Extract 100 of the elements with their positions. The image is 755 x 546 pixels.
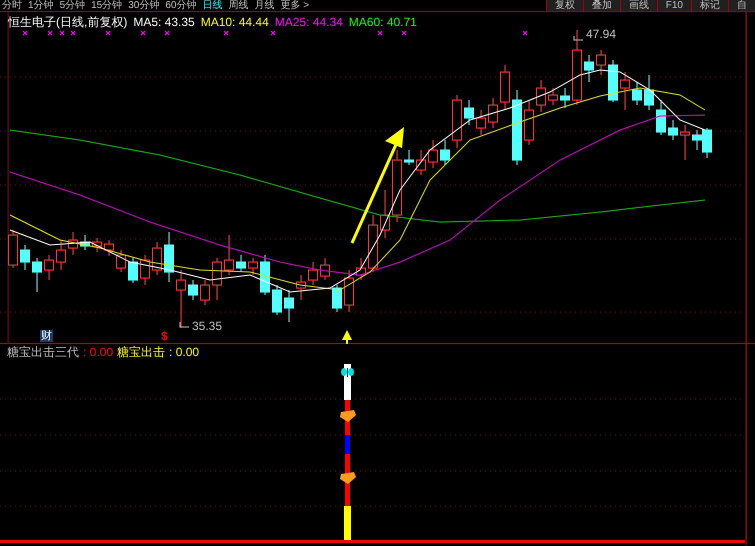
candlestick xyxy=(284,290,294,322)
toolbar-button[interactable]: 画线 xyxy=(620,0,657,11)
candlestick xyxy=(416,150,426,176)
cross-mark-icon xyxy=(140,30,146,36)
candlestick xyxy=(164,232,174,282)
candlestick xyxy=(368,214,378,272)
candlestick xyxy=(80,234,90,250)
legend-text: MA5: 43.35 xyxy=(133,15,195,29)
period-tab[interactable]: 60分钟 xyxy=(165,0,196,11)
legend-text: 糖宝出击三代 xyxy=(7,345,79,359)
pointer-line xyxy=(180,322,190,328)
candlestick xyxy=(152,242,162,276)
candlestick xyxy=(296,274,306,300)
toolbar-button[interactable]: 自 xyxy=(728,0,755,11)
candlestick xyxy=(176,270,186,328)
candlestick xyxy=(404,150,414,166)
period-tab[interactable]: 日线 xyxy=(202,0,222,11)
legend-text: 糖宝出击 xyxy=(117,345,166,359)
candlestick xyxy=(380,190,390,238)
cross-mark-icon xyxy=(377,30,383,36)
candlestick xyxy=(128,258,138,284)
candlestick xyxy=(308,262,318,286)
candlestick xyxy=(524,100,534,146)
cross-mark-icon xyxy=(47,30,53,36)
candlestick xyxy=(188,280,198,300)
candlestick xyxy=(56,240,66,270)
candlestick xyxy=(452,94,462,148)
legend-text: MA60: 40.71 xyxy=(348,15,417,29)
candlestick xyxy=(32,258,42,292)
cross-mark-icon xyxy=(270,30,276,36)
gem-icon xyxy=(340,472,356,484)
candlestick xyxy=(272,284,282,316)
period-tab[interactable]: 周线 xyxy=(228,0,248,11)
high-price-label: 47.94 xyxy=(586,28,616,41)
candlestick xyxy=(224,234,234,276)
cross-mark-icon xyxy=(70,30,76,36)
cross-mark-icon xyxy=(105,30,111,36)
candlestick xyxy=(620,72,630,110)
candlestick xyxy=(476,110,486,136)
legend-text: 恒生电子(日线,前复权) xyxy=(8,15,128,29)
candlestick xyxy=(8,230,18,268)
candlestick xyxy=(560,88,570,108)
candlestick xyxy=(536,80,546,112)
butterfly-icon xyxy=(341,368,354,378)
cross-mark-icon xyxy=(223,30,229,36)
candlestick xyxy=(140,254,150,286)
cross-mark-icon xyxy=(522,30,528,36)
cross-mark-icon xyxy=(401,30,407,36)
candlestick xyxy=(596,50,606,76)
candlestick xyxy=(644,74,654,110)
period-tab[interactable]: 1分钟 xyxy=(28,0,54,11)
period-tab[interactable]: 更多 > xyxy=(280,0,310,11)
period-tab[interactable]: 月线 xyxy=(254,0,274,11)
period-tab[interactable]: 分时 xyxy=(2,0,22,11)
candlestick xyxy=(44,254,54,280)
candlestick xyxy=(260,254,270,296)
legend-text: : 0.00 xyxy=(169,345,200,359)
candlestick xyxy=(212,258,222,300)
candlestick xyxy=(428,140,438,168)
up-arrow xyxy=(342,330,352,344)
candlestick xyxy=(320,258,330,280)
candlestick xyxy=(248,258,258,276)
candlestick xyxy=(464,100,474,126)
toolbar-button[interactable]: 叠加 xyxy=(582,0,620,11)
period-tab[interactable]: 30分钟 xyxy=(128,0,160,11)
legend-text: MA10: 44.44 xyxy=(200,15,269,29)
candlestick xyxy=(344,270,354,312)
candlestick xyxy=(236,254,246,272)
candlestick xyxy=(548,88,558,106)
candlestick xyxy=(104,240,114,256)
toolbar-button[interactable]: 复权 xyxy=(546,0,583,11)
legend-text: : 0.00 xyxy=(83,345,114,359)
candlestick xyxy=(68,232,78,256)
candlestick xyxy=(608,60,618,102)
cross-mark-icon xyxy=(22,30,28,36)
cross-mark-icon xyxy=(164,30,170,36)
candlestick xyxy=(356,258,366,280)
candlestick xyxy=(632,82,642,106)
toolbar-button[interactable]: F10 xyxy=(656,0,691,11)
candlestick xyxy=(116,250,126,272)
low-price-label: 35.35 xyxy=(192,320,222,333)
candlestick xyxy=(668,120,678,140)
toolbar-button[interactable]: 标记 xyxy=(691,0,728,11)
candlestick xyxy=(584,54,594,82)
period-tab[interactable]: 5分钟 xyxy=(60,0,86,11)
candlestick xyxy=(500,64,510,110)
finance-badge: 财 xyxy=(40,330,53,342)
candlestick xyxy=(20,244,30,270)
candlestick xyxy=(92,238,102,252)
period-tab[interactable]: 15分钟 xyxy=(91,0,122,11)
gem-icon xyxy=(340,410,356,422)
legend-text: MA25: 44.34 xyxy=(274,15,343,29)
candlestick xyxy=(440,140,450,166)
candlestick xyxy=(332,284,342,312)
candlestick xyxy=(656,100,666,136)
candlestick xyxy=(680,124,690,160)
pointer-line xyxy=(574,36,584,40)
dollar-mark: $ xyxy=(161,330,168,343)
candlestick xyxy=(200,280,210,306)
candlestick xyxy=(488,98,498,128)
